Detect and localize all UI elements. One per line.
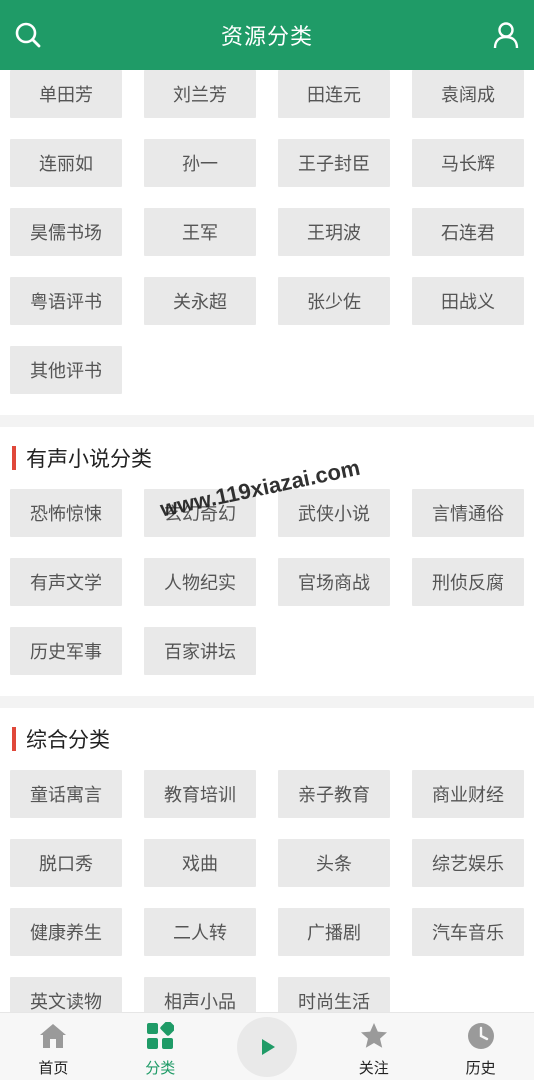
category-tag[interactable]: 粤语评书 — [10, 277, 122, 325]
category-tag[interactable]: 马长辉 — [412, 139, 524, 187]
category-tag[interactable]: 广播剧 — [278, 908, 390, 956]
tab-category[interactable]: 分类 — [107, 1013, 214, 1080]
category-tag[interactable]: 二人转 — [144, 908, 256, 956]
player-slot — [214, 1013, 321, 1080]
category-tag[interactable]: 王玥波 — [278, 208, 390, 256]
category-tag[interactable]: 刘兰芳 — [144, 70, 256, 118]
category-tag[interactable]: 商业财经 — [412, 770, 524, 818]
section-title: 综合分类 — [26, 728, 110, 752]
category-tag[interactable]: 连丽如 — [10, 139, 122, 187]
tab-label-follow: 关注 — [358, 1059, 389, 1077]
category-tag[interactable]: 有声文学 — [10, 558, 122, 606]
category-tag[interactable]: 脱口秀 — [10, 839, 122, 887]
play-button[interactable] — [236, 1017, 297, 1077]
category-tag[interactable]: 官场商战 — [278, 558, 390, 606]
category-tag[interactable]: 昊儒书场 — [10, 208, 122, 256]
page-title: 资源分类 — [220, 25, 313, 50]
category-content[interactable]: 单田芳 刘兰芳 田连元 袁阔成 连丽如 孙一 王子封臣 马长辉 昊儒书场 王军 … — [0, 70, 534, 1012]
category-tag[interactable]: 头条 — [278, 839, 390, 887]
search-icon[interactable] — [12, 19, 44, 51]
tab-label-category: 分类 — [145, 1059, 176, 1077]
category-tag[interactable]: 历史军事 — [10, 627, 122, 675]
category-tag[interactable]: 恐怖惊悚 — [10, 489, 122, 537]
bottom-tab-bar: 首页 分类 关注 历史 — [0, 1012, 534, 1080]
category-tag[interactable]: 健康养生 — [10, 908, 122, 956]
category-tag[interactable]: 时尚生活 — [278, 977, 390, 1012]
tag-grid-novels: 恐怖惊悚 玄幻奇幻 武侠小说 言情通俗 有声文学 人物纪实 官场商战 刑侦反腐 … — [0, 489, 534, 696]
category-tag[interactable]: 童话寓言 — [10, 770, 122, 818]
category-tag[interactable]: 言情通俗 — [412, 489, 524, 537]
category-tag[interactable]: 关永超 — [144, 277, 256, 325]
category-tag[interactable]: 石连君 — [412, 208, 524, 256]
category-tag[interactable]: 戏曲 — [144, 839, 256, 887]
section-accent-bar — [12, 727, 16, 751]
category-tag[interactable]: 亲子教育 — [278, 770, 390, 818]
section-accent-bar — [12, 446, 16, 470]
category-tag[interactable]: 王军 — [144, 208, 256, 256]
category-tag[interactable]: 田连元 — [278, 70, 390, 118]
category-tag[interactable]: 武侠小说 — [278, 489, 390, 537]
category-tag[interactable]: 人物纪实 — [144, 558, 256, 606]
category-tag[interactable]: 单田芳 — [10, 70, 122, 118]
category-tag[interactable]: 百家讲坛 — [144, 627, 256, 675]
category-tag[interactable]: 袁阔成 — [412, 70, 524, 118]
tab-label-history: 历史 — [465, 1059, 496, 1077]
clock-icon — [466, 1021, 496, 1051]
play-icon — [261, 1039, 275, 1055]
tag-grid-general: 童话寓言 教育培训 亲子教育 商业财经 脱口秀 戏曲 头条 综艺娱乐 健康养生 … — [0, 770, 534, 1012]
tab-follow[interactable]: 关注 — [320, 1013, 427, 1080]
section-divider — [0, 415, 534, 427]
category-tag[interactable]: 综艺娱乐 — [412, 839, 524, 887]
section-header-general: 综合分类 — [0, 708, 534, 770]
category-tag[interactable]: 孙一 — [144, 139, 256, 187]
category-tag[interactable]: 相声小品 — [144, 977, 256, 1012]
tab-label-home: 首页 — [38, 1059, 69, 1077]
tab-history[interactable]: 历史 — [427, 1013, 534, 1080]
category-tag[interactable]: 汽车音乐 — [412, 908, 524, 956]
category-tag[interactable]: 王子封臣 — [278, 139, 390, 187]
top-bar: 资源分类 — [0, 0, 534, 70]
category-tag[interactable]: 其他评书 — [10, 346, 122, 394]
category-tag[interactable]: 教育培训 — [144, 770, 256, 818]
user-icon[interactable] — [490, 19, 522, 51]
grid-icon — [145, 1021, 175, 1051]
category-tag[interactable]: 田战义 — [412, 277, 524, 325]
category-tag[interactable]: 刑侦反腐 — [412, 558, 524, 606]
section-divider — [0, 696, 534, 708]
star-icon — [359, 1021, 389, 1051]
home-icon — [38, 1021, 68, 1051]
section-title: 有声小说分类 — [26, 447, 152, 471]
tag-grid-storytellers: 单田芳 刘兰芳 田连元 袁阔成 连丽如 孙一 王子封臣 马长辉 昊儒书场 王军 … — [0, 70, 534, 415]
category-tag[interactable]: 英文读物 — [10, 977, 122, 1012]
tab-home[interactable]: 首页 — [0, 1013, 107, 1080]
category-tag[interactable]: 张少佐 — [278, 277, 390, 325]
